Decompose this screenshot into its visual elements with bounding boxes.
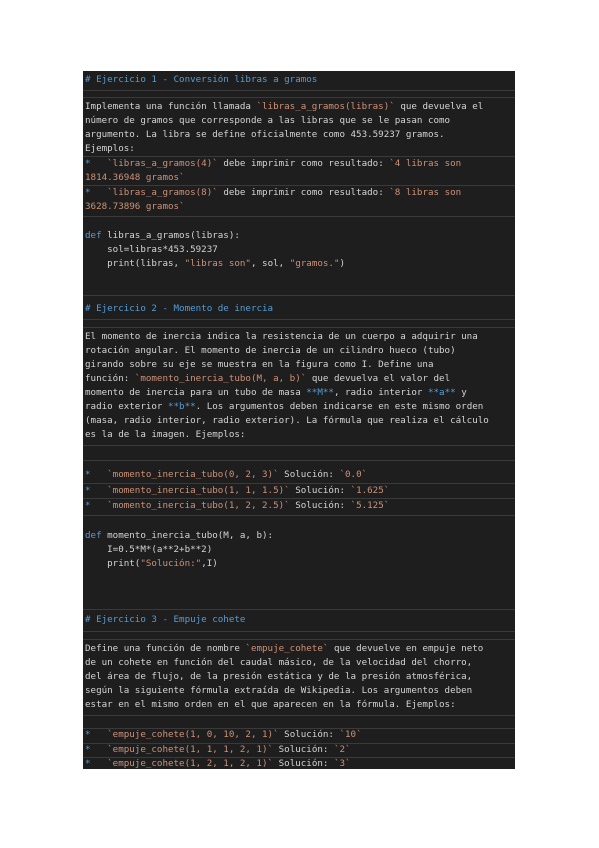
text-line: del área de flujo, de la presión estátic… bbox=[85, 671, 473, 682]
text-line: es la de la imagen. Ejemplos: bbox=[85, 429, 246, 440]
notebook-panel: # Ejercicio 1 - Conversión libras a gram… bbox=[83, 71, 515, 769]
text-line: según la siguiente fórmula extraída de W… bbox=[85, 685, 473, 696]
bullet-line: * `libras_a_gramos(4)` debe imprimir com… bbox=[85, 158, 462, 169]
cell-separator bbox=[83, 97, 515, 98]
bullet-line: 1814.36948 gramos` bbox=[85, 172, 185, 183]
code-line: def libras_a_gramos(libras): bbox=[85, 230, 240, 241]
bullet-line: 3628.73896 gramos` bbox=[85, 201, 185, 212]
heading-ejercicio-2: # Ejercicio 2 - Momento de inercia bbox=[85, 303, 274, 314]
text-line: (masa, radio interior, radio exterior). … bbox=[85, 415, 489, 426]
code-line: def momento_inercia_tubo(M, a, b): bbox=[85, 530, 274, 541]
cell-separator bbox=[83, 319, 515, 320]
cell-separator bbox=[83, 609, 515, 610]
cell-separator bbox=[83, 216, 515, 217]
example-line: * `momento_inercia_tubo(1, 2, 2.5)` Solu… bbox=[85, 500, 390, 511]
text-line: función: `momento_inercia_tubo(M, a, b)`… bbox=[85, 373, 451, 384]
example-line: * `empuje_cohete(1, 2, 1, 2, 1)` Solució… bbox=[85, 758, 351, 769]
text-line: número de gramos que corresponde a las l… bbox=[85, 115, 451, 126]
example-line: * `empuje_cohete(1, 1, 1, 2, 1)` Solució… bbox=[85, 744, 351, 755]
text-line: radio exterior **b**. Los argumentos deb… bbox=[85, 401, 484, 412]
heading-ejercicio-3: # Ejercicio 3 - Empuje cohete bbox=[85, 614, 246, 625]
cell-separator bbox=[83, 715, 515, 716]
text-line: momento de inercia para un tubo de masa … bbox=[85, 387, 467, 398]
heading-ejercicio-1: # Ejercicio 1 - Conversión libras a gram… bbox=[85, 74, 318, 85]
text-line: Define una función de nombre `empuje_coh… bbox=[85, 643, 484, 654]
example-line: * `momento_inercia_tubo(0, 2, 3)` Soluci… bbox=[85, 469, 368, 480]
text-line: Implementa una función llamada `libras_a… bbox=[85, 101, 484, 112]
cell-separator bbox=[83, 639, 515, 640]
example-line: * `empuje_cohete(1, 0, 10, 2, 1)` Soluci… bbox=[85, 729, 362, 740]
cell-separator bbox=[83, 327, 515, 328]
text-line: de un cohete en función del caudal másic… bbox=[85, 657, 473, 668]
cell-separator bbox=[83, 445, 515, 446]
text-line: estar en el mismo orden en el que aparec… bbox=[85, 699, 456, 710]
code-line: print(libras, "libras son", sol, "gramos… bbox=[85, 258, 346, 269]
text-line: Ejemplos: bbox=[85, 143, 135, 154]
text-line: El momento de inercia indica la resisten… bbox=[85, 331, 478, 342]
cell-separator bbox=[83, 460, 515, 461]
text-line: girando sobre su eje se muestra en la fi… bbox=[85, 359, 434, 370]
cell-separator bbox=[83, 295, 515, 296]
text-line: rotación angular. El momento de inercia … bbox=[85, 345, 456, 356]
code-line: sol=libras*453.59237 bbox=[85, 244, 218, 255]
cell-separator bbox=[83, 631, 515, 632]
text-line: argumento. La libra se define oficialmen… bbox=[85, 129, 445, 140]
example-line: * `momento_inercia_tubo(1, 1, 1.5)` Solu… bbox=[85, 485, 390, 496]
code-line: print("Solución:",I) bbox=[85, 558, 218, 569]
cell-separator bbox=[83, 90, 515, 91]
cell-separator bbox=[83, 515, 515, 516]
bullet-line: * `libras_a_gramos(8)` debe imprimir com… bbox=[85, 187, 462, 198]
code-line: I=0.5*M*(a**2+b**2) bbox=[85, 544, 213, 555]
